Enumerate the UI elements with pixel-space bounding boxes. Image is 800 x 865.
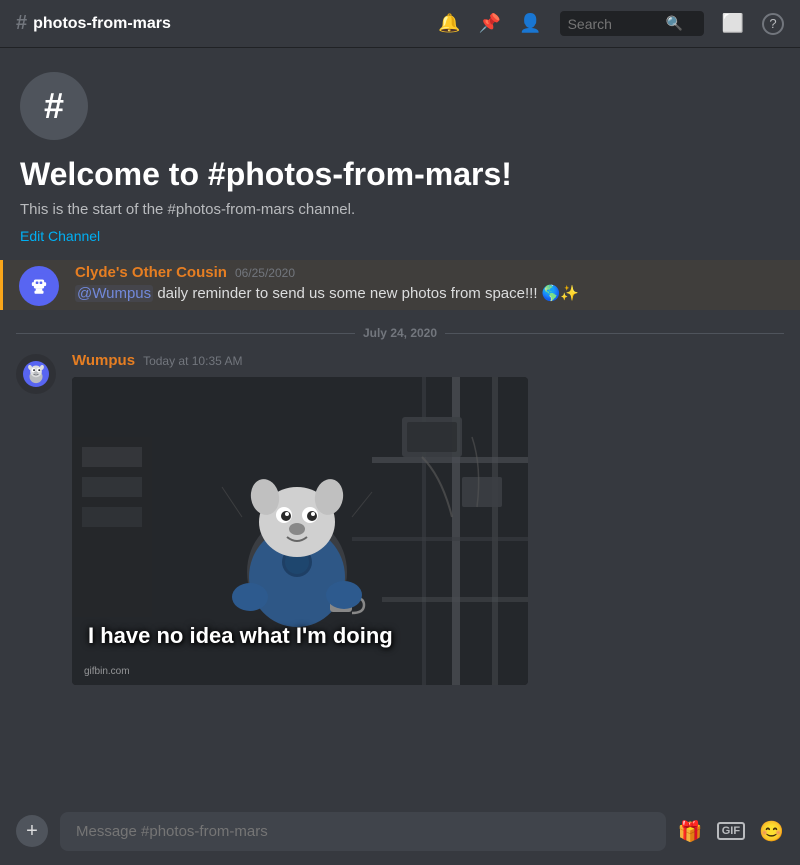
- table-row: Clyde's Other Cousin 06/25/2020 @Wumpus …: [0, 260, 800, 310]
- message-header: Clyde's Other Cousin 06/25/2020: [75, 264, 784, 281]
- message-username[interactable]: Clyde's Other Cousin: [75, 264, 227, 281]
- gif-watermark: gifbin.com: [84, 666, 130, 677]
- topbar-icons: 🔔 📌 👤 🔍 ⬜ ?: [438, 11, 784, 36]
- search-box[interactable]: 🔍: [560, 11, 704, 36]
- search-input[interactable]: [568, 16, 658, 32]
- edit-channel-link[interactable]: Edit Channel: [20, 228, 780, 244]
- search-icon: 🔍: [666, 15, 683, 32]
- content-area: # Welcome to #photos-from-mars! This is …: [0, 48, 800, 797]
- pin-icon[interactable]: 📌: [479, 13, 501, 34]
- table-row: Wumpus Today at 10:35 AM: [0, 348, 800, 689]
- hash-icon: #: [16, 12, 27, 35]
- topbar: # photos-from-mars 🔔 📌 👤 🔍 ⬜ ?: [0, 0, 800, 48]
- members-icon[interactable]: 👤: [519, 13, 541, 34]
- gift-icon[interactable]: 🎁: [678, 819, 703, 844]
- message-text: @Wumpus daily reminder to send us some n…: [75, 283, 784, 304]
- message-text-rest: daily reminder to send us some new photo…: [157, 285, 579, 302]
- welcome-section: # Welcome to #photos-from-mars! This is …: [0, 48, 800, 260]
- wumpus-avatar-image: [23, 361, 49, 387]
- avatar: [16, 354, 56, 394]
- message-body: Clyde's Other Cousin 06/25/2020 @Wumpus …: [75, 264, 784, 304]
- divider-line: [445, 333, 784, 334]
- channel-title: # photos-from-mars: [16, 12, 171, 35]
- clyde-avatar-image: [26, 273, 52, 299]
- welcome-title: Welcome to #photos-from-mars!: [20, 156, 780, 193]
- date-divider: July 24, 2020: [0, 310, 800, 348]
- wumpus-username[interactable]: Wumpus: [72, 352, 135, 369]
- divider-text: July 24, 2020: [363, 326, 437, 340]
- message-header: Wumpus Today at 10:35 AM: [72, 352, 784, 369]
- help-icon[interactable]: ?: [762, 13, 784, 35]
- bottom-icons: 🎁 GIF 😊: [678, 819, 784, 844]
- bell-icon[interactable]: 🔔: [438, 13, 460, 34]
- mention[interactable]: @Wumpus: [75, 285, 153, 302]
- gif-container: I have no idea what I'm doing gifbin.com: [72, 377, 528, 685]
- bottom-bar: + 🎁 GIF 😊: [0, 797, 800, 865]
- gif-inner: I have no idea what I'm doing gifbin.com: [72, 377, 528, 685]
- welcome-subtitle: This is the start of the #photos-from-ma…: [20, 201, 780, 218]
- message-timestamp: 06/25/2020: [235, 266, 295, 280]
- wumpus-timestamp: Today at 10:35 AM: [143, 354, 242, 368]
- message-input[interactable]: [60, 812, 666, 851]
- hash-symbol: #: [44, 85, 64, 127]
- message-body: Wumpus Today at 10:35 AM: [72, 352, 784, 685]
- welcome-hash-icon: #: [20, 72, 88, 140]
- gif-button[interactable]: GIF: [717, 822, 745, 840]
- avatar: [19, 266, 59, 306]
- channel-name-label: photos-from-mars: [33, 15, 171, 33]
- messages-area: Clyde's Other Cousin 06/25/2020 @Wumpus …: [0, 260, 800, 797]
- add-button[interactable]: +: [16, 815, 48, 847]
- emoji-icon[interactable]: 😊: [759, 819, 784, 844]
- monitor-icon[interactable]: ⬜: [722, 13, 744, 34]
- divider-line: [16, 333, 355, 334]
- gif-text: I have no idea what I'm doing: [88, 623, 393, 649]
